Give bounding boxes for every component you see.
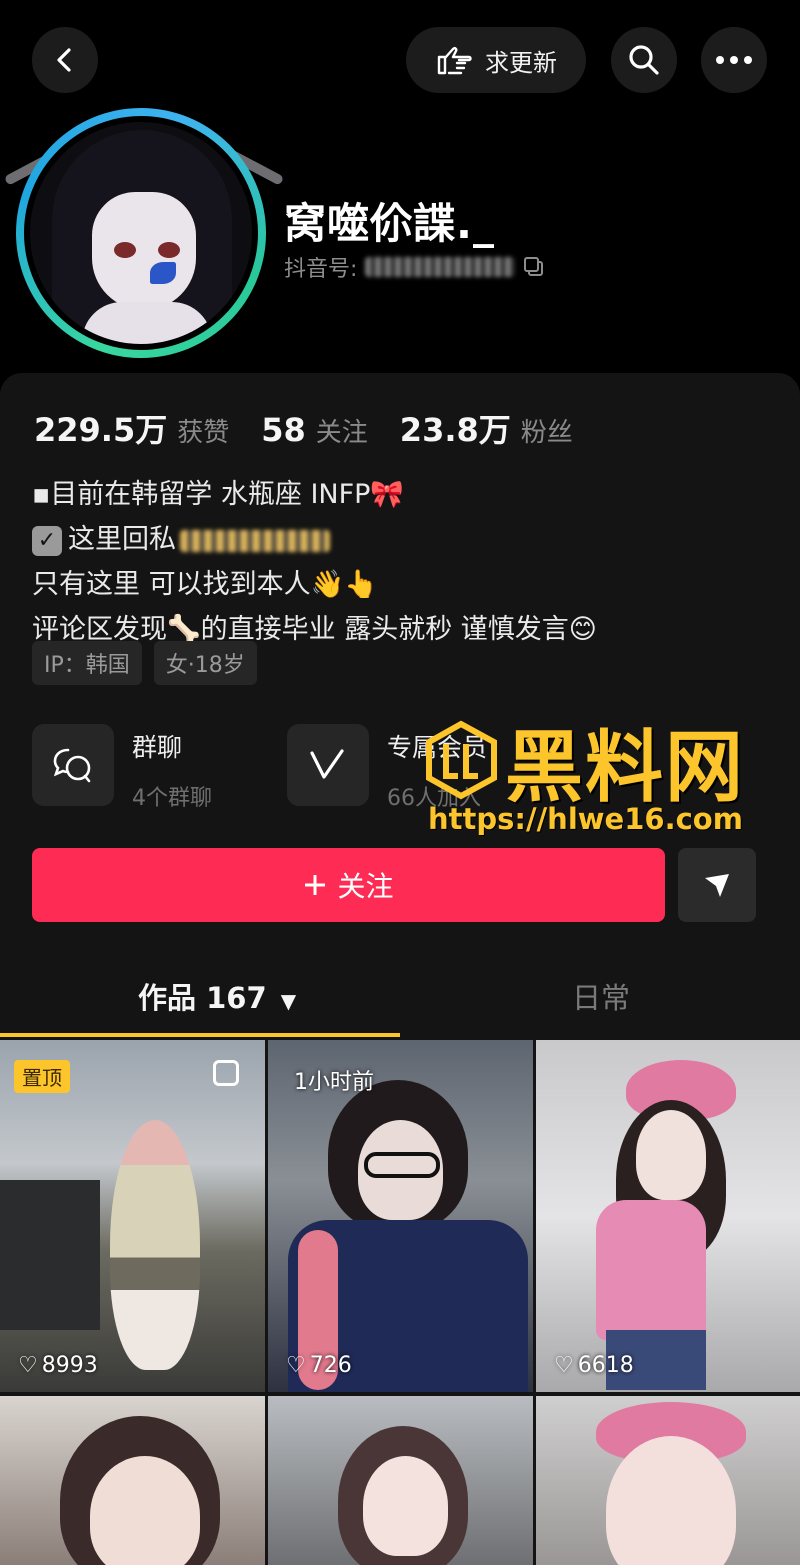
group-chat-title: 群聊: [132, 733, 183, 762]
butterfly-icon: [150, 262, 176, 284]
post-likes-count: 726: [309, 1353, 352, 1378]
tab-works[interactable]: 作品 167 ▼: [138, 975, 296, 1017]
likes-label: 获赞: [177, 418, 230, 448]
bio: ▪目前在韩留学 水瓶座 INFP🎀 ✓ 这里回私 只有这里 可以找到本人👋👆 评论…: [32, 472, 597, 652]
copy-icon[interactable]: [523, 256, 545, 278]
heart-icon: ♡: [554, 1353, 574, 1378]
post-thumbnail[interactable]: 1小时前 ♡ 726: [268, 1040, 533, 1392]
profile-tags: IP：韩国 女·18岁: [32, 641, 257, 685]
watermark-logo-icon: [426, 720, 497, 800]
gender-age-tag: 女·18岁: [153, 641, 257, 685]
share-button[interactable]: [678, 848, 756, 922]
douyin-id: 抖音号:: [284, 251, 545, 283]
post-thumbnail[interactable]: [536, 1396, 800, 1565]
request-update-label: 求更新: [485, 48, 557, 77]
heart-icon: ♡: [18, 1353, 38, 1378]
bio-line: ✓ 这里回私: [32, 517, 597, 562]
send-arrow-icon: [705, 874, 729, 897]
post-likes: ♡ 6618: [554, 1353, 634, 1378]
group-chat-entry[interactable]: 群聊 4个群聊: [32, 724, 212, 812]
username: 窝噬伱諜._: [284, 199, 495, 248]
checkbox-icon: ✓: [32, 525, 62, 556]
tab-indicator: [0, 1033, 400, 1037]
plus-icon: [305, 875, 326, 895]
heart-icon: ♡: [286, 1353, 306, 1378]
post-likes: ♡ 726: [286, 1353, 352, 1378]
followers-label: 粉丝: [520, 418, 573, 448]
more-dots-icon: [716, 56, 752, 64]
post-thumbnail[interactable]: [268, 1396, 533, 1565]
ip-tag: IP：韩国: [32, 641, 142, 685]
post-likes: ♡ 8993: [18, 1353, 98, 1378]
following-count[interactable]: 58: [261, 411, 306, 449]
following-label: 关注: [315, 418, 368, 448]
post-thumbnail[interactable]: ♡ 6618: [536, 1040, 800, 1392]
post-thumbnail[interactable]: 置顶 ♡ 8993: [0, 1040, 265, 1392]
post-time: 1小时前: [294, 1070, 374, 1095]
pinned-badge: 置顶: [14, 1060, 70, 1093]
stats-row: 229.5万 获赞 58 关注 23.8万 粉丝: [34, 405, 605, 451]
post-likes-count: 8993: [41, 1353, 98, 1378]
avatar: [24, 116, 258, 350]
blurred-contact: [180, 529, 330, 552]
tab-works-label: 作品 167: [138, 981, 267, 1015]
follow-label: 关注: [337, 870, 394, 903]
douyin-id-label: 抖音号:: [284, 257, 358, 282]
chat-bubbles-icon: [53, 748, 91, 783]
select-checkbox[interactable]: [213, 1060, 239, 1086]
glasses-icon: [364, 1152, 440, 1178]
bus-stop: [0, 1180, 100, 1330]
top-bar: 求更新: [0, 0, 800, 120]
douyin-id-value-blurred: [365, 257, 516, 277]
avatar-ring[interactable]: [16, 108, 266, 358]
watermark-title: 黑料网: [505, 723, 746, 813]
tab-daily[interactable]: 日常: [572, 975, 630, 1017]
group-chat-subtitle: 4个群聊: [132, 786, 212, 811]
pointing-hand-icon: [437, 46, 472, 75]
post-thumbnail[interactable]: [0, 1396, 265, 1565]
back-button[interactable]: [32, 27, 98, 93]
caret-down-icon: ▼: [280, 989, 297, 1013]
group-chat-icon-box: [32, 724, 114, 806]
post-likes-count: 6618: [577, 1353, 634, 1378]
bio-line: 只有这里 可以找到本人👋👆: [32, 569, 378, 600]
likes-count[interactable]: 229.5万: [34, 405, 167, 451]
membership-icon-box: [287, 724, 369, 806]
follow-button[interactable]: 关注: [32, 848, 665, 922]
chevron-left-icon: [57, 48, 71, 72]
more-button[interactable]: [701, 27, 767, 93]
followers-count[interactable]: 23.8万: [400, 405, 511, 451]
request-update-button[interactable]: 求更新: [406, 27, 586, 93]
watermark-url: https://hlwe16.com: [428, 802, 743, 836]
search-button[interactable]: [611, 27, 677, 93]
v-badge-icon: [310, 749, 344, 779]
search-icon: [629, 45, 659, 75]
bio-line: ▪目前在韩留学 水瓶座 INFP🎀: [32, 479, 405, 510]
bio-line-text: 这里回私: [68, 524, 176, 555]
